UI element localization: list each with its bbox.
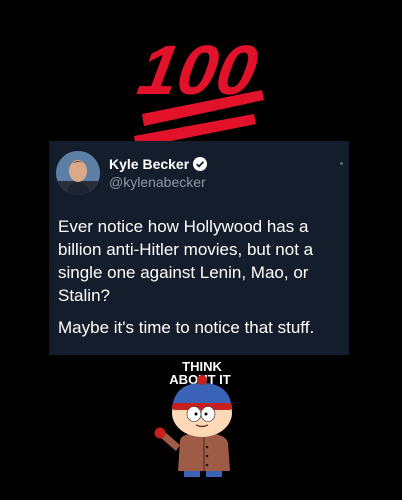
avatar-image <box>56 151 100 195</box>
tweet-card: Kyle Becker @kylenabecker Ever notice ho… <box>49 141 349 355</box>
display-name-row[interactable]: Kyle Becker <box>109 156 208 172</box>
handle[interactable]: @kylenabecker <box>109 174 206 190</box>
more-options-icon[interactable] <box>340 162 343 165</box>
think-about-it-sticker: THINK ABOUT IT <box>154 358 232 477</box>
hundred-points-emoji: 100 <box>133 30 264 148</box>
display-name[interactable]: Kyle Becker <box>109 156 189 172</box>
verified-badge-icon <box>193 157 208 171</box>
tweet-text: Ever notice how Hollywood has a billion … <box>58 215 346 339</box>
avatar[interactable] <box>56 151 100 195</box>
tweet-paragraph-1: Ever notice how Hollywood has a billion … <box>58 217 314 305</box>
tweet-paragraph-2: Maybe it's time to notice that stuff. <box>58 318 315 337</box>
